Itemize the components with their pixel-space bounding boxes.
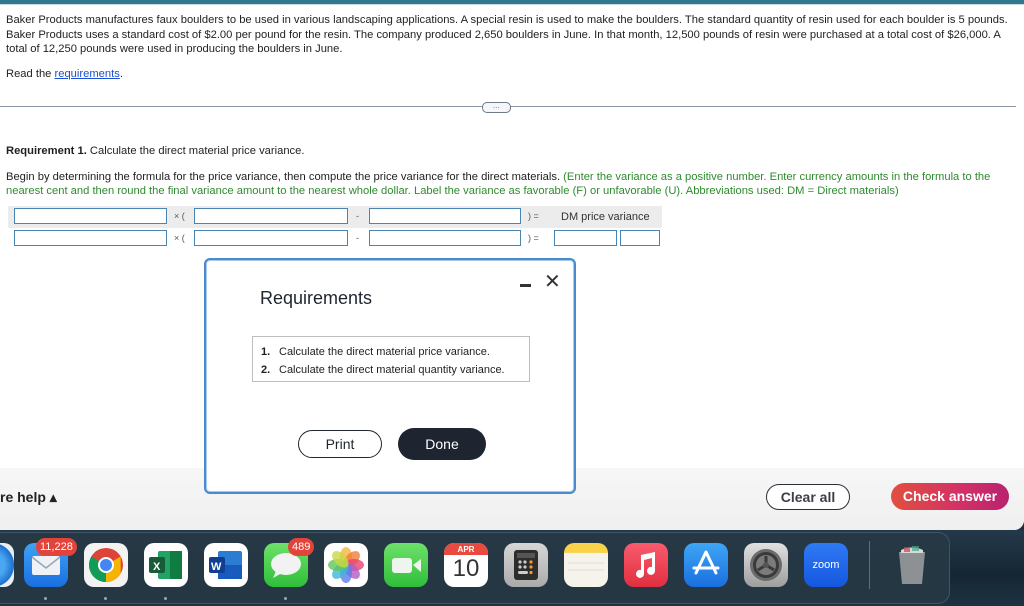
running-indicator	[164, 597, 167, 600]
variance-amount-input[interactable]	[554, 230, 617, 246]
instruction-text: Begin by determining the formula for the…	[6, 171, 564, 183]
dialog-title: Requirements	[260, 288, 373, 308]
formula-row-labels: × ( - ) = DM price variance	[8, 206, 662, 228]
item-text: Calculate the direct material price vari…	[279, 346, 490, 358]
word-icon[interactable]: W	[204, 543, 248, 587]
top-accent-line	[0, 4, 1024, 5]
music-note-icon	[636, 552, 655, 578]
requirements-link[interactable]: requirements	[55, 68, 120, 80]
item-text: Calculate the direct material quantity v…	[279, 364, 505, 376]
music-icon[interactable]	[624, 543, 668, 587]
running-indicator	[284, 597, 287, 600]
notes-lines-icon	[568, 562, 604, 571]
photos-icon[interactable]	[324, 543, 368, 587]
list-item: 1. Calculate the direct material price va…	[261, 343, 529, 361]
formula-row-values: × ( - ) =	[8, 228, 662, 250]
clear-all-button[interactable]: Clear all	[766, 484, 850, 510]
facetime-icon[interactable]	[384, 543, 428, 587]
formula-input-2[interactable]	[194, 208, 348, 224]
messages-badge: 489	[288, 538, 315, 556]
variance-label-select[interactable]	[620, 230, 660, 246]
calculator-icon[interactable]	[504, 543, 548, 587]
video-camera-icon	[392, 558, 421, 573]
excel-logo-icon: X	[149, 551, 182, 579]
formula-input-1[interactable]	[14, 208, 167, 224]
notes-icon[interactable]	[564, 543, 608, 587]
expand-more-button[interactable]: …	[482, 102, 511, 113]
formula-input-3[interactable]	[369, 208, 521, 224]
close-paren-equals: ) =	[528, 233, 539, 243]
requirements-dialog: Requirements ✕ 1. Calculate the direct ma…	[204, 258, 576, 494]
check-answer-button[interactable]: Check answer	[891, 483, 1009, 510]
safari-icon[interactable]	[0, 543, 14, 587]
item-number: 2.	[261, 364, 271, 376]
mail-badge: 11,228	[36, 538, 77, 556]
read-suffix: .	[119, 68, 123, 80]
calendar-month: APR	[444, 543, 488, 555]
requirements-list: 1. Calculate the direct material price va…	[252, 336, 530, 382]
system-preferences-icon[interactable]	[744, 543, 788, 587]
svg-text:W: W	[211, 561, 222, 573]
print-button[interactable]: Print	[298, 430, 382, 458]
running-indicator	[104, 597, 107, 600]
chrome-icon[interactable]	[84, 543, 128, 587]
close-icon[interactable]: ✕	[544, 272, 561, 292]
calculator-keys-icon	[514, 550, 538, 580]
close-paren-equals: ) =	[528, 211, 539, 221]
running-indicator	[44, 597, 47, 600]
svg-text:X: X	[153, 561, 161, 573]
dock-separator	[869, 541, 870, 589]
multiply-open-paren: × (	[174, 211, 185, 221]
calendar-icon[interactable]: APR 10	[444, 543, 488, 587]
chrome-logo-icon	[89, 548, 123, 582]
requirement-title: Requirement 1. Calculate the direct mate…	[6, 145, 304, 157]
requirement-label: Requirement 1.	[6, 145, 87, 157]
item-number: 1.	[261, 346, 271, 358]
app-store-a-icon	[692, 550, 720, 575]
read-prefix: Read the	[6, 68, 55, 80]
value-input-2[interactable]	[194, 230, 348, 246]
get-more-help-button[interactable]: re help ▴	[0, 489, 57, 506]
minus-sign: -	[356, 211, 359, 221]
zoom-app-icon[interactable]: zoom	[804, 543, 848, 587]
multiply-open-paren: × (	[174, 233, 185, 243]
requirement-text: Calculate the direct material price vari…	[86, 145, 305, 157]
photos-flower-icon	[328, 547, 364, 583]
word-logo-icon: W	[209, 551, 242, 579]
read-requirements-line: Read the requirements.	[6, 68, 123, 80]
list-item: 2. Calculate the direct material quantity…	[261, 361, 529, 379]
trash-can-icon	[899, 546, 925, 584]
calendar-day: 10	[452, 555, 480, 582]
value-input-3[interactable]	[369, 230, 521, 246]
app-store-icon[interactable]	[684, 543, 728, 587]
minimize-icon[interactable]	[520, 284, 531, 287]
instructions: Begin by determining the formula for the…	[6, 170, 1011, 198]
done-button[interactable]: Done	[398, 428, 486, 460]
main-page: Baker Products manufactures faux boulder…	[0, 0, 1024, 530]
dm-price-variance-label: DM price variance	[561, 211, 650, 223]
minus-sign: -	[356, 233, 359, 243]
value-input-1[interactable]	[14, 230, 167, 246]
trash-icon[interactable]	[890, 543, 934, 587]
problem-statement: Baker Products manufactures faux boulder…	[6, 14, 1008, 55]
gear-icon	[750, 549, 782, 581]
excel-icon[interactable]: X	[144, 543, 188, 587]
